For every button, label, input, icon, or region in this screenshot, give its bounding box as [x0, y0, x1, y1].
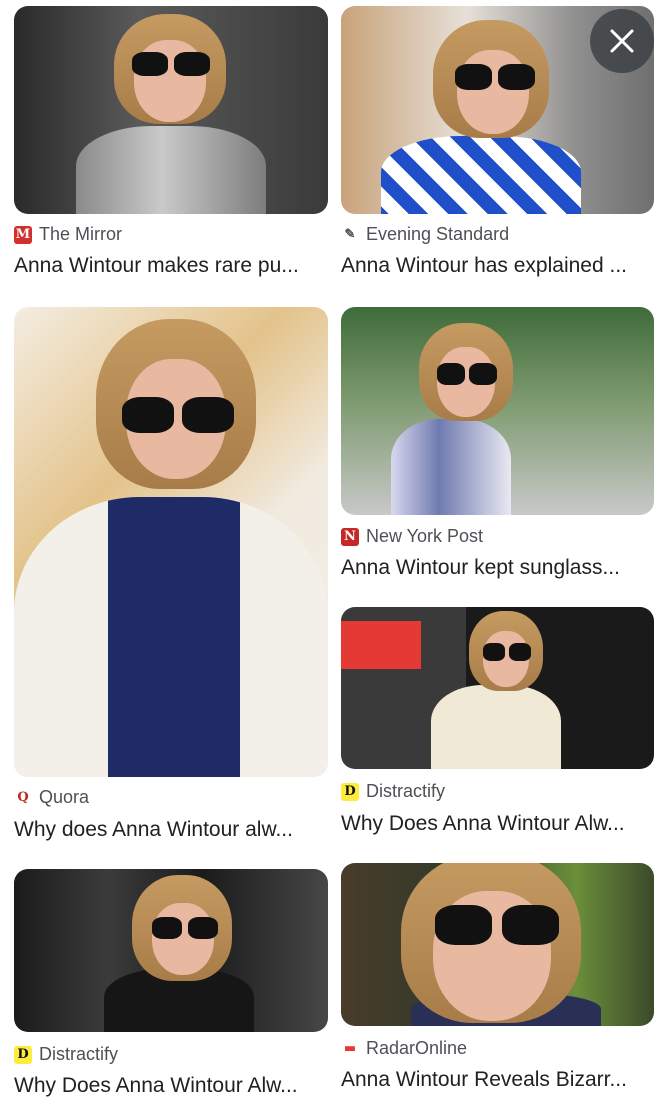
- result-source: ✎ Evening Standard: [341, 224, 509, 245]
- result-title[interactable]: Why does Anna Wintour alw...: [14, 818, 314, 842]
- result-thumbnail[interactable]: [341, 607, 654, 769]
- result-title[interactable]: Why Does Anna Wintour Alw...: [341, 812, 641, 836]
- image-result-card[interactable]: D Distractify Why Does Anna Wintour Alw.…: [341, 607, 654, 847]
- evening-standard-favicon-icon: ✎: [341, 225, 359, 244]
- distractify-favicon-icon: D: [14, 1045, 32, 1064]
- the-mirror-favicon-icon: M: [14, 225, 32, 244]
- source-name: Distractify: [366, 781, 446, 801]
- source-name: RadarOnline: [366, 1038, 468, 1058]
- source-name: Quora: [39, 787, 90, 807]
- result-title[interactable]: Why Does Anna Wintour Alw...: [14, 1074, 314, 1098]
- result-source: ▬ RadarOnline: [341, 1038, 467, 1059]
- close-button[interactable]: [590, 9, 654, 73]
- radaronline-favicon-icon: ▬: [341, 1039, 359, 1058]
- source-name: New York Post: [366, 526, 484, 546]
- result-source: N New York Post: [341, 526, 483, 547]
- result-thumbnail[interactable]: [14, 869, 328, 1032]
- result-source: D Distractify: [341, 781, 445, 802]
- source-name: The Mirror: [39, 224, 123, 244]
- image-result-card[interactable]: N New York Post Anna Wintour kept sungla…: [341, 307, 654, 587]
- result-source: M The Mirror: [14, 224, 122, 245]
- source-name: Evening Standard: [366, 224, 510, 244]
- result-source: Q Quora: [14, 787, 89, 808]
- source-name: Distractify: [39, 1044, 119, 1064]
- result-source: D Distractify: [14, 1044, 118, 1065]
- distractify-favicon-icon: D: [341, 782, 359, 801]
- image-result-card[interactable]: ▬ RadarOnline Anna Wintour Reveals Bizar…: [341, 863, 654, 1099]
- result-thumbnail[interactable]: [341, 307, 654, 515]
- result-thumbnail[interactable]: [14, 6, 328, 214]
- quora-favicon-icon: Q: [14, 788, 32, 807]
- close-icon: [610, 29, 634, 53]
- result-title[interactable]: Anna Wintour Reveals Bizarr...: [341, 1068, 641, 1092]
- result-thumbnail[interactable]: [341, 863, 654, 1026]
- image-result-card[interactable]: Q Quora Why does Anna Wintour alw...: [14, 307, 328, 847]
- result-thumbnail[interactable]: [14, 307, 328, 777]
- result-title[interactable]: Anna Wintour has explained ...: [341, 254, 641, 278]
- result-title[interactable]: Anna Wintour makes rare pu...: [14, 254, 328, 278]
- new-york-post-favicon-icon: N: [341, 527, 359, 546]
- image-result-card[interactable]: M The Mirror Anna Wintour makes rare pu.…: [14, 6, 328, 286]
- image-result-card[interactable]: D Distractify Why Does Anna Wintour Alw.…: [14, 869, 328, 1099]
- result-title[interactable]: Anna Wintour kept sunglass...: [341, 556, 641, 580]
